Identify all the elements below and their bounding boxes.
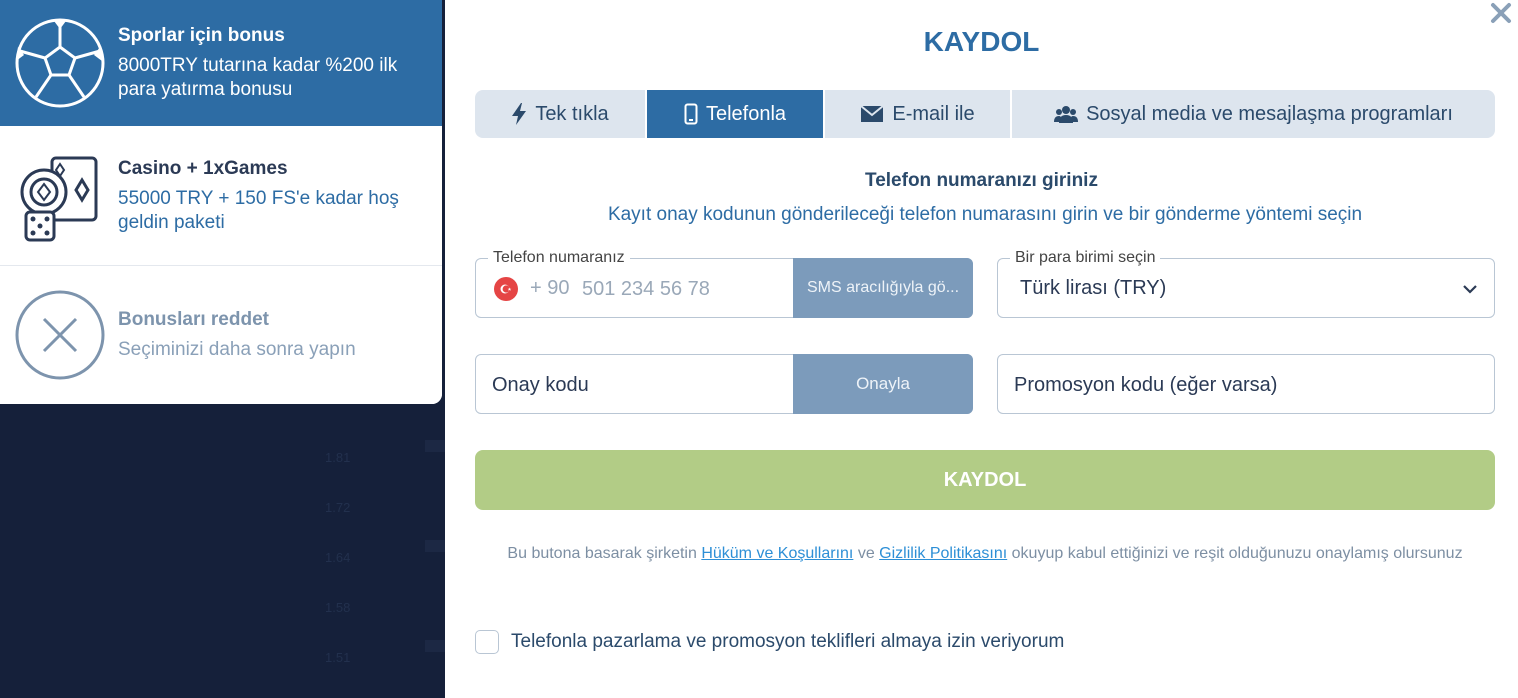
confirm-code-button[interactable]: Onayla xyxy=(793,354,973,414)
bonus-panel: Sporlar için bonus 8000TRY tutarına kada… xyxy=(0,0,442,404)
privacy-policy-link[interactable]: Gizlilik Politikasını xyxy=(879,545,1007,562)
currency-selected-value: Türk lirası (TRY) xyxy=(1020,277,1167,299)
backdrop-odds: 1.81 xyxy=(325,450,351,465)
currency-select[interactable]: Bir para birimi seçin Türk lirası (TRY) xyxy=(997,248,1495,318)
currency-select-label: Bir para birimi seçin xyxy=(1010,248,1161,268)
bonus-option-sports[interactable]: Sporlar için bonus 8000TRY tutarına kada… xyxy=(0,0,442,126)
casino-chips-cards-icon xyxy=(14,150,106,242)
bonus-sports-description: 8000TRY tutarına kadar %200 ilk para yat… xyxy=(118,55,398,100)
country-code: + 90 xyxy=(530,277,570,299)
tab-email[interactable]: E-mail ile xyxy=(825,90,1012,138)
confirmation-code-input[interactable] xyxy=(492,369,782,401)
modal-title: KAYDOL xyxy=(923,26,1040,57)
send-sms-button[interactable]: SMS aracılığıyla gö... xyxy=(793,258,973,318)
terms-text: Bu butona basarak şirketin xyxy=(507,545,702,562)
form-description: Kayıt onay kodunun gönderileceği telefon… xyxy=(607,204,1363,225)
tab-label: Sosyal media ve mesajlaşma programları xyxy=(1086,102,1453,125)
marketing-consent-checkbox[interactable] xyxy=(475,630,499,654)
bonus-casino-title: Casino + 1xGames xyxy=(118,157,288,179)
tab-phone[interactable]: Telefonla xyxy=(647,90,825,138)
turkey-flag-icon[interactable] xyxy=(494,277,518,301)
terms-text: ve xyxy=(853,545,880,562)
bonus-option-casino[interactable]: Casino + 1xGames 55000 TRY + 150 FS'e ka… xyxy=(0,126,442,266)
backdrop-odds: 1.64 xyxy=(325,550,351,565)
envelope-icon xyxy=(860,105,885,122)
tab-label: Tek tıkla xyxy=(535,102,609,125)
promo-code-field xyxy=(997,354,1495,414)
backdrop-odds: 1.72 xyxy=(325,500,351,515)
tab-social[interactable]: Sosyal media ve mesajlaşma programları xyxy=(1012,90,1495,138)
terms-notice: Bu butona basarak şirketin Hüküm ve Koşu… xyxy=(475,540,1495,567)
confirmation-code-field: Onayla xyxy=(475,354,973,414)
tab-label: E-mail ile xyxy=(892,102,975,125)
backdrop-odds: 1.58 xyxy=(325,600,351,615)
close-icon xyxy=(1491,3,1511,23)
phone-field: Telefon numaranız + 90 SMS aracılığıyla … xyxy=(475,248,973,318)
soccer-ball-icon xyxy=(14,17,106,109)
close-circle-icon xyxy=(14,289,106,381)
backdrop-odds: 1.51 xyxy=(325,650,351,665)
bonus-option-reject[interactable]: Bonusları reddet Seçiminizi daha sonra y… xyxy=(0,266,442,404)
marketing-consent-label[interactable]: Telefonla pazarlama ve promosyon teklifl… xyxy=(511,631,1064,653)
bonus-sports-title: Sporlar için bonus xyxy=(118,25,285,46)
backdrop-decor xyxy=(425,440,445,452)
users-icon xyxy=(1054,106,1079,123)
form-subtitle: Telefon numaranızı giriniz xyxy=(865,170,1098,191)
backdrop-decor xyxy=(425,540,445,552)
terms-conditions-link[interactable]: Hüküm ve Koşullarını xyxy=(701,545,853,562)
registration-modal: KAYDOL Tek tıkla Telefonla E-mail ile So… xyxy=(445,0,1518,698)
tab-label: Telefonla xyxy=(705,102,787,125)
bonus-reject-title: Bonusları reddet xyxy=(118,309,269,330)
register-button[interactable]: KAYDOL xyxy=(475,450,1495,510)
registration-tabs: Tek tıkla Telefonla E-mail ile Sosyal me… xyxy=(475,90,1495,138)
phone-field-label: Telefon numaranız xyxy=(488,248,630,268)
tab-one-click[interactable]: Tek tıkla xyxy=(475,90,647,138)
chevron-down-icon xyxy=(1463,285,1477,294)
lightning-icon xyxy=(512,103,527,125)
promo-code-input[interactable] xyxy=(1014,369,1474,401)
marketing-consent: Telefonla pazarlama ve promosyon teklifl… xyxy=(475,630,1064,654)
close-button[interactable] xyxy=(1488,0,1514,26)
terms-text: okuyup kabul ettiğinizi ve reşit olduğun… xyxy=(1007,545,1463,562)
backdrop-decor xyxy=(425,640,445,652)
bonus-casino-description: 55000 TRY + 150 FS'e kadar hoş geldin pa… xyxy=(118,187,399,233)
bonus-reject-description: Seçiminizi daha sonra yapın xyxy=(118,339,356,360)
phone-input[interactable] xyxy=(582,273,782,305)
phone-icon xyxy=(684,103,698,125)
